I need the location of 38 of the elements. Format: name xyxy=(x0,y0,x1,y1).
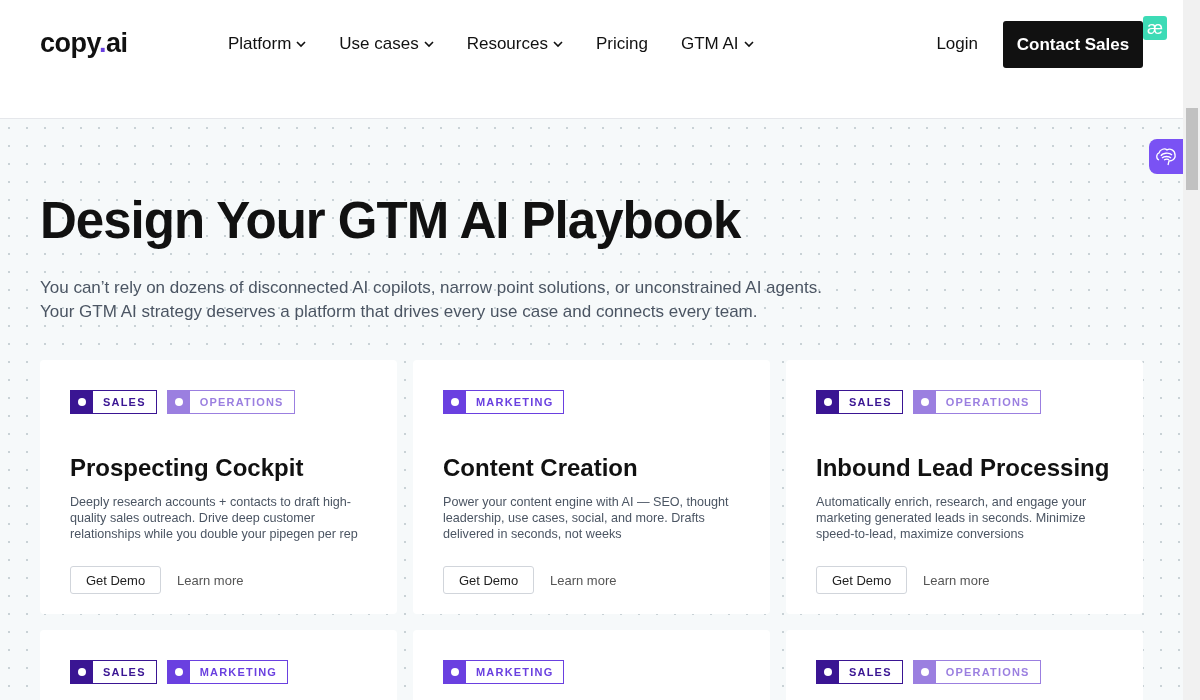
nav-link[interactable]: Resources xyxy=(466,34,563,54)
chevron-down-icon xyxy=(552,40,563,48)
card-title: Prospecting Cockpit xyxy=(70,454,305,482)
learn-more-link[interactable]: Learn more xyxy=(550,572,617,588)
category-tag: MARKETING xyxy=(166,660,289,684)
category-tag: OPERATIONS xyxy=(912,390,1041,414)
hero-title: Design Your GTM AI Playbook xyxy=(40,191,742,250)
card-description: Power your content engine with AI — SEO, thought leadership, use cases, social, and more. Drafts delivered in seconds, not weeks xyxy=(443,494,730,542)
brain-icon[interactable] xyxy=(1149,139,1183,174)
category-tag: SALES xyxy=(816,660,903,684)
nav-link[interactable]: Use cases xyxy=(339,34,434,54)
get-demo-button[interactable]: Get Demo xyxy=(443,566,534,594)
scrollbar[interactable] xyxy=(1183,0,1200,700)
category-tag: OPERATIONS xyxy=(912,660,1041,684)
learn-more-link[interactable]: Learn more xyxy=(177,572,244,588)
card-title: Inbound Lead Processing xyxy=(816,454,1111,482)
nav-link[interactable]: GTM AI xyxy=(680,34,754,54)
hero-subtitle: You can’t rely on dozens of disconnected AI copilots, narrow point solutions, or unconstrained AI agents. Your GTM AI strategy deserves a platform that drives every use case and connects every team. xyxy=(40,277,823,323)
chevron-down-icon xyxy=(296,40,307,48)
card-description: Automatically enrich, research, and engage your marketing generated leads in seconds. Minimize speed-to-lead, maximize conversions xyxy=(816,494,1088,542)
category-tag: MARKETING xyxy=(443,660,565,684)
card-title: Content Creation xyxy=(443,454,639,482)
chevron-down-icon xyxy=(743,40,754,48)
logo[interactable]: copy.ai xyxy=(40,28,228,59)
category-tag: SALES xyxy=(70,660,157,684)
nav-link[interactable]: Pricing xyxy=(595,34,648,54)
category-tag: OPERATIONS xyxy=(166,390,295,414)
learn-more-link[interactable]: Learn more xyxy=(923,572,990,588)
contact-sales-button[interactable]: Contact Sales xyxy=(1003,21,1143,68)
card-description: Deeply research accounts + contacts to draft high-quality sales outreach. Drive deep customer relationships while you double your pipegen per rep xyxy=(70,494,359,542)
category-tag: SALES xyxy=(70,390,157,414)
category-tag: SALES xyxy=(816,390,903,414)
chevron-down-icon xyxy=(423,40,434,48)
nav-link[interactable]: Platform xyxy=(228,34,307,54)
login-link[interactable]: Login xyxy=(936,34,978,54)
get-demo-button[interactable]: Get Demo xyxy=(816,566,907,594)
get-demo-button[interactable]: Get Demo xyxy=(70,566,161,594)
category-tag: MARKETING xyxy=(443,390,565,414)
